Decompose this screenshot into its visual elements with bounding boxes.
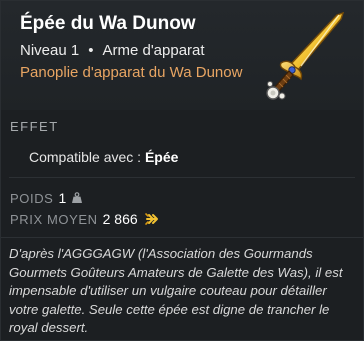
price-value: 2 866 bbox=[102, 211, 138, 227]
price-label: PRIX MOYEN bbox=[10, 211, 98, 227]
weight-stat: POIDS 1 bbox=[10, 190, 83, 206]
effects-header: EFFET bbox=[10, 119, 59, 134]
weight-icon bbox=[72, 192, 83, 203]
item-title: Épée du Wa Dunow bbox=[20, 13, 196, 34]
weight-value: 1 bbox=[58, 190, 67, 206]
divider bbox=[1, 237, 363, 238]
item-set-link[interactable]: Panoplie d'apparat du Wa Dunow bbox=[20, 63, 250, 83]
compatibility-label: Compatible avec : bbox=[29, 149, 142, 165]
item-subtitle: Niveau 1 • Arme d'apparat bbox=[20, 42, 205, 59]
tooltip-header: Épée du Wa Dunow Niveau 1 • Arme d'apparat… bbox=[1, 1, 363, 110]
effects-section: Compatible avec : Épée bbox=[9, 139, 355, 178]
price-stat: PRIX MOYEN 2 866 bbox=[10, 211, 160, 227]
separator-dot: • bbox=[88, 42, 94, 59]
sword-icon bbox=[266, 11, 345, 100]
item-description: D'après l'AGGGAGW (l'Association des Gou… bbox=[9, 246, 343, 335]
kama-icon bbox=[144, 213, 158, 225]
item-type: Arme d'apparat bbox=[102, 42, 205, 59]
compatibility-value: Épée bbox=[144, 149, 179, 165]
item-tooltip: Épée du Wa Dunow Niveau 1 • Arme d'apparat… bbox=[0, 0, 364, 341]
weight-label: POIDS bbox=[10, 190, 54, 206]
compatibility-line: Compatible avec : Épée bbox=[29, 149, 178, 165]
item-level: Niveau 1 bbox=[20, 42, 80, 59]
